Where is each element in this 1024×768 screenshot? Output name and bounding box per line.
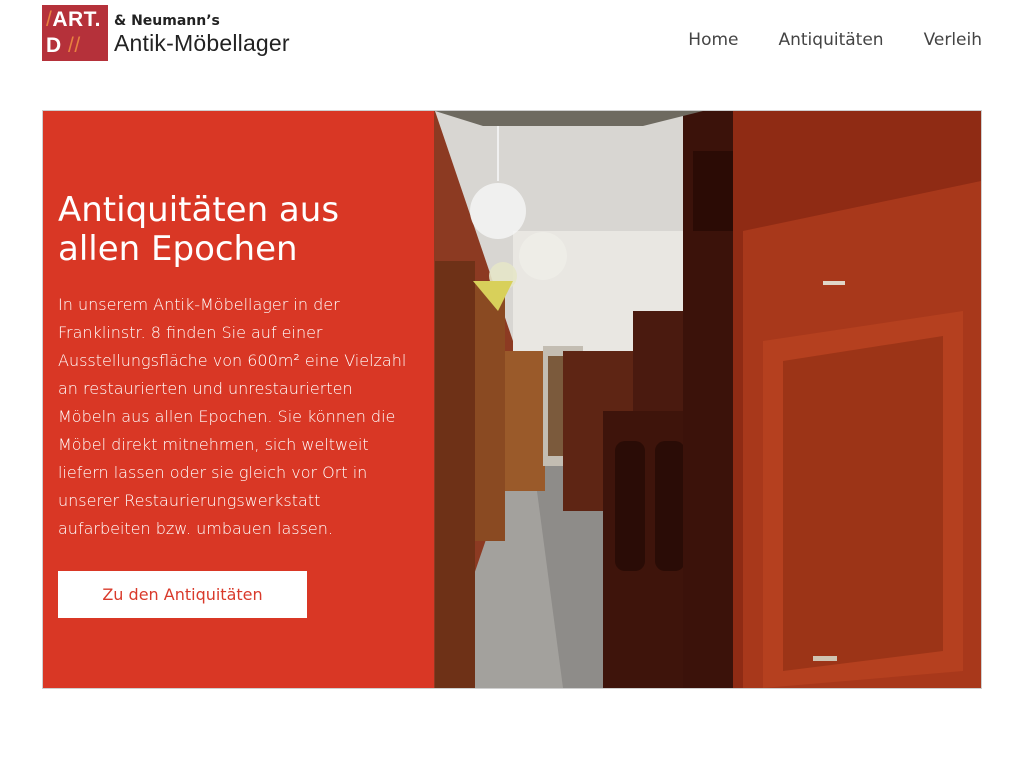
logo-slash-double: // <box>68 34 81 57</box>
site-logo[interactable]: /ART. D // & Neumann’s Antik-Möbellager <box>42 5 302 61</box>
logo-bottom-text: Antik-Möbellager <box>114 30 290 56</box>
logo-mark-line1: ART. <box>52 8 102 31</box>
hero-description: In unserem Antik-Möbellager in der Frank… <box>58 295 407 538</box>
logo-wordmark: & Neumann’s Antik-Möbellager <box>114 5 290 61</box>
hero-title: Antiquitäten aus allen Epochen <box>58 190 340 269</box>
nav-verleih[interactable]: Verleih <box>924 28 982 52</box>
hero-text-overlay: Antiquitäten aus allen Epochen In unsere… <box>43 111 434 688</box>
logo-mark-line2: D <box>46 34 62 57</box>
antiquities-cta-button[interactable]: Zu den Antiquitäten <box>58 571 307 618</box>
nav-antiquitaeten[interactable]: Antiquitäten <box>778 28 883 52</box>
hero-section: Antiquitäten aus allen Epochen In unsere… <box>42 110 982 689</box>
main-navigation: Home Antiquitäten Verleih <box>688 28 982 52</box>
nav-home[interactable]: Home <box>688 28 738 52</box>
site-header: /ART. D // & Neumann’s Antik-Möbellager … <box>0 0 1024 80</box>
logo-top-text: & Neumann’s <box>114 13 220 29</box>
logo-mark-icon: /ART. D // <box>42 5 108 61</box>
